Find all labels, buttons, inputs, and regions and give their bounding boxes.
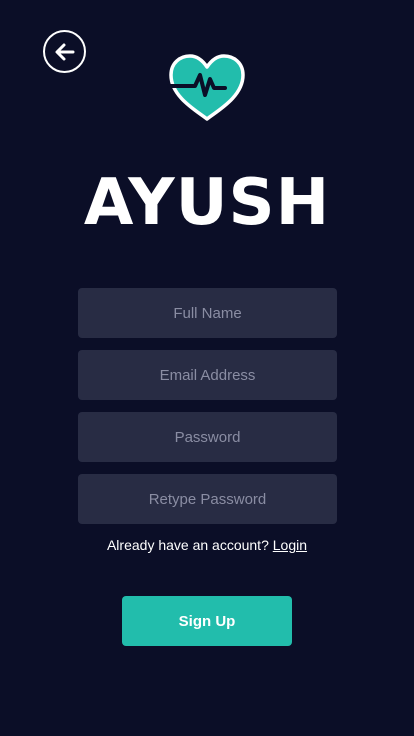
full-name-input[interactable] <box>78 288 337 338</box>
login-prompt-text: Already have an account? <box>106 537 269 553</box>
login-link[interactable]: Login <box>273 537 307 553</box>
back-button[interactable] <box>43 30 86 73</box>
login-prompt: Already have an account? Login <box>0 537 414 553</box>
sign-up-button[interactable]: Sign Up <box>122 596 292 646</box>
app-title: AYUSH <box>83 166 331 240</box>
email-input[interactable] <box>78 350 337 400</box>
password-input[interactable] <box>78 412 337 462</box>
arrow-left-icon <box>55 43 74 60</box>
retype-password-input[interactable] <box>78 474 337 524</box>
heart-pulse-icon <box>167 53 247 123</box>
